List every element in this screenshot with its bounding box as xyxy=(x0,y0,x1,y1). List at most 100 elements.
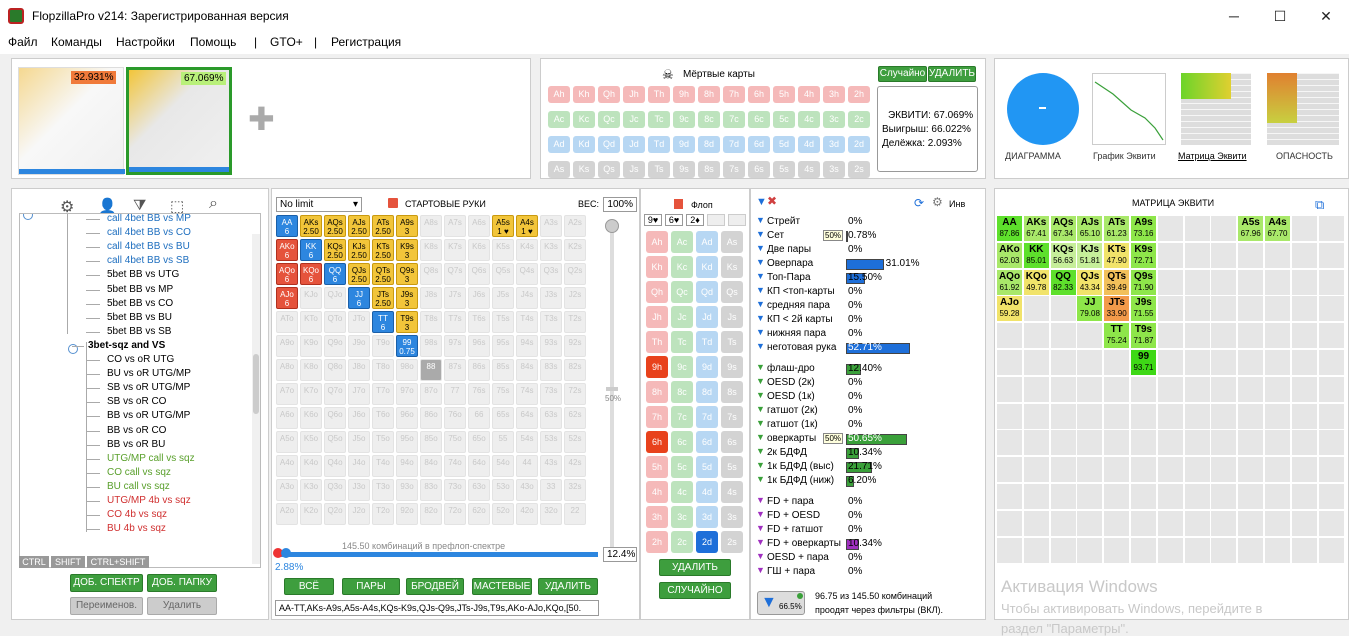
range-slider-track[interactable] xyxy=(276,552,598,557)
tree-item[interactable]: call 4bet BB vs CO xyxy=(107,227,191,238)
filter-toggle-icon[interactable]: ▼ xyxy=(756,404,765,414)
hand-cell[interactable]: 92s xyxy=(564,335,586,357)
hand-cell[interactable]: K2o xyxy=(300,503,322,525)
tree-item[interactable]: CO 4b vs sqz xyxy=(107,509,167,520)
hand-cell[interactable]: 43o xyxy=(516,479,538,501)
hand-cell[interactable]: KTo xyxy=(300,311,322,333)
hand-cell[interactable]: QJo xyxy=(324,287,346,309)
filter-toggle-icon[interactable]: ▼ xyxy=(756,362,765,372)
hand-cell[interactable]: 84s xyxy=(516,359,538,381)
matrix-cell[interactable] xyxy=(1104,537,1130,563)
matrix-cell[interactable] xyxy=(1265,350,1290,375)
matrix-cell[interactable] xyxy=(1291,296,1317,322)
flop-card[interactable]: Ks xyxy=(721,256,743,278)
refresh-icon[interactable]: ⟳ xyxy=(914,196,924,210)
player2-range-thumb[interactable]: 67.069% xyxy=(126,67,232,175)
flop-card[interactable]: 4c xyxy=(671,481,693,503)
hand-cell[interactable]: T2o xyxy=(372,503,394,525)
hand-cell[interactable]: KJo xyxy=(300,287,322,309)
tree-item[interactable]: 5bet BB vs BU xyxy=(107,312,172,323)
matrix-cell[interactable] xyxy=(1211,457,1237,483)
dead-card[interactable]: Ad xyxy=(548,136,570,153)
matrix-cell[interactable] xyxy=(1104,403,1130,429)
dead-card[interactable]: 5c xyxy=(773,111,795,128)
dead-card[interactable]: 2c xyxy=(848,111,870,128)
hand-cell[interactable]: A2o xyxy=(276,503,298,525)
dead-card[interactable]: Qh xyxy=(598,86,620,103)
matrix-cell[interactable] xyxy=(1077,323,1103,349)
matrix-cell[interactable] xyxy=(1050,323,1076,349)
hand-cell[interactable]: AJo 6 xyxy=(276,287,298,309)
matrix-cell[interactable] xyxy=(997,430,1022,456)
hand-cell[interactable]: AA 6 xyxy=(276,215,298,237)
matrix-hand-cell[interactable]: AJs 65.10 xyxy=(1077,216,1103,241)
matrix-hand-cell[interactable]: KQs 56.63 xyxy=(1050,242,1076,268)
matrix-hand-cell[interactable]: J9s 71.55 xyxy=(1131,296,1156,322)
hand-cell[interactable]: T5s xyxy=(492,311,514,333)
flop-card[interactable]: 4h xyxy=(646,481,668,503)
matrix-cell[interactable] xyxy=(1184,269,1210,295)
flop-card[interactable]: 6s xyxy=(721,431,743,453)
matrix-cell[interactable] xyxy=(1023,484,1049,509)
hand-cell[interactable]: QJs 2.50 xyxy=(348,263,370,285)
hand-cell[interactable]: 86o xyxy=(420,407,442,429)
hand-cell[interactable]: Q4s xyxy=(516,263,538,285)
view-equity-matrix[interactable]: Матрица Эквити xyxy=(1178,151,1247,161)
hand-cell[interactable]: JJ 6 xyxy=(348,287,370,309)
tree-item[interactable]: BU vs oR UTG/MP xyxy=(107,368,191,379)
filter-toggle-icon[interactable]: ▼ xyxy=(756,495,765,505)
flop-card[interactable]: As xyxy=(721,231,743,253)
flop-card[interactable]: Qd xyxy=(696,281,718,303)
hand-cell[interactable]: A6o xyxy=(276,407,298,429)
filter-toggle-icon[interactable]: ▼ xyxy=(756,215,765,225)
flop-card[interactable]: 8d xyxy=(696,381,718,403)
hand-cell[interactable]: A4o xyxy=(276,455,298,477)
hand-cell[interactable]: Q4o xyxy=(324,455,346,477)
flop-card[interactable]: Jc xyxy=(671,306,693,328)
range-pct-input[interactable]: 12.4% xyxy=(603,547,637,562)
matrix-cell[interactable] xyxy=(1077,430,1103,456)
matrix-cell[interactable] xyxy=(1157,216,1183,241)
hand-cell[interactable]: 83s xyxy=(540,359,562,381)
matrix-cell[interactable] xyxy=(1023,296,1049,322)
dead-card[interactable]: 2d xyxy=(848,136,870,153)
hand-cell[interactable]: 62o xyxy=(468,503,490,525)
weight-slider-thumb[interactable] xyxy=(605,219,619,233)
board-card-river[interactable] xyxy=(728,214,746,226)
hand-cell[interactable]: K4s xyxy=(516,239,538,261)
hand-cell[interactable]: J4s xyxy=(516,287,538,309)
dead-card[interactable]: 3d xyxy=(823,136,845,153)
matrix-cell[interactable] xyxy=(1211,430,1237,456)
hand-cell[interactable]: T8s xyxy=(420,311,442,333)
tree-item[interactable]: SB vs oR CO xyxy=(107,396,166,407)
add-spectrum-button[interactable]: ДОБ. СПЕКТР xyxy=(70,574,143,592)
filter-toggle-icon[interactable]: ▼ xyxy=(756,551,765,561)
flop-card[interactable]: Qh xyxy=(646,281,668,303)
flop-card[interactable]: 3c xyxy=(671,506,693,528)
matrix-hand-cell[interactable]: QTs 39.49 xyxy=(1104,269,1130,295)
flop-card[interactable]: 7c xyxy=(671,406,693,428)
flop-card[interactable]: Jh xyxy=(646,306,668,328)
hand-cell[interactable]: 77 xyxy=(444,383,466,405)
menu-gto[interactable]: GTO+ xyxy=(270,35,303,49)
board-card-3[interactable]: 2♦ xyxy=(686,214,704,226)
flop-card[interactable]: Kh xyxy=(646,256,668,278)
rename-button[interactable]: Переименов. xyxy=(70,597,143,615)
matrix-cell[interactable] xyxy=(1077,457,1103,483)
hand-cell[interactable]: Q2s xyxy=(564,263,586,285)
matrix-cell[interactable] xyxy=(1291,376,1317,402)
flop-card[interactable]: Ac xyxy=(671,231,693,253)
player1-range-thumb[interactable]: 32.931% xyxy=(18,67,125,175)
filter-toggle-icon[interactable]: ▼ xyxy=(756,418,765,428)
hand-cell[interactable]: 42s xyxy=(564,455,586,477)
view-equity-graph[interactable]: График Эквити xyxy=(1093,151,1156,161)
broadway-button[interactable]: БРОДВЕЙ xyxy=(406,578,464,595)
flop-card[interactable]: Ts xyxy=(721,331,743,353)
matrix-cell[interactable] xyxy=(1050,403,1076,429)
dead-card[interactable]: 7s xyxy=(723,161,745,178)
flop-card[interactable]: 2s xyxy=(721,531,743,553)
dead-card[interactable]: Kd xyxy=(573,136,595,153)
dead-card[interactable]: Th xyxy=(648,86,670,103)
range-slider-max-handle[interactable] xyxy=(281,548,291,558)
hand-cell[interactable]: KK 6 xyxy=(300,239,322,261)
